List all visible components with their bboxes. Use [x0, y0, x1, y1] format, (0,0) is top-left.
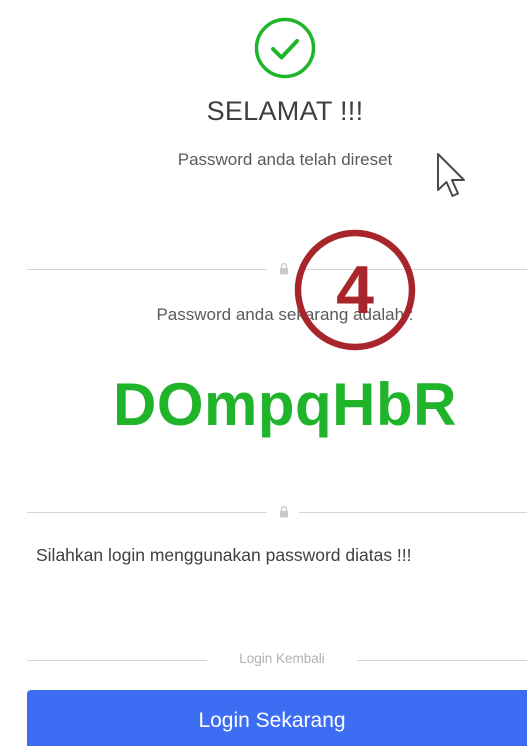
reset-success-page: SELAMAT !!! Password anda telah direset …	[0, 0, 527, 746]
step-number: 4	[336, 252, 374, 328]
divider-line	[27, 269, 267, 270]
login-again-text: Login Kembali	[239, 651, 325, 666]
divider-line	[357, 660, 527, 661]
divider-with-lock	[27, 506, 527, 518]
new-password-value: DOmpqHbR	[113, 371, 457, 438]
success-title: SELAMAT !!!	[206, 96, 364, 126]
current-password-label: Password anda sekarang adalah :	[156, 305, 414, 324]
login-now-button[interactable]: Login Sekarang	[27, 690, 527, 746]
lock-icon	[280, 506, 288, 518]
step-number-badge: 4	[294, 229, 416, 351]
login-instruction: Silahkan login menggunakan password diat…	[36, 545, 412, 565]
divider-with-lock	[27, 263, 527, 275]
divider-line	[27, 660, 207, 661]
divider-line	[299, 512, 527, 513]
check-circle-icon	[254, 17, 316, 79]
login-again-divider: Login Kembali	[27, 651, 527, 671]
divider-line	[27, 512, 267, 513]
login-button-label: Login Sekarang	[198, 709, 346, 732]
lock-icon	[280, 263, 288, 275]
mouse-cursor-icon	[437, 153, 465, 197]
